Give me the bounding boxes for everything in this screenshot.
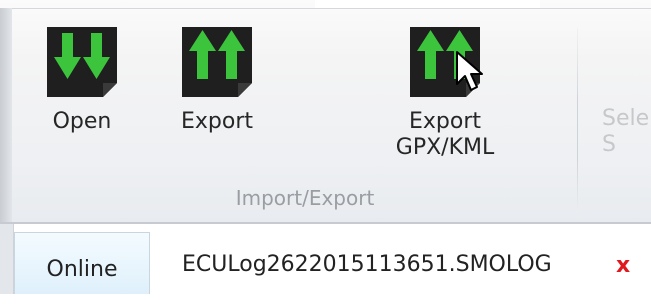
export-gpx-kml-label-line1: Export (408, 109, 481, 134)
ribbon-left-edge (0, 8, 12, 224)
close-tab-icon[interactable]: x (616, 253, 630, 279)
arrows-up-icon (182, 27, 252, 97)
export-label: Export (180, 109, 253, 134)
select-button-partial[interactable]: Sele S (602, 106, 649, 158)
group-label-import-export: Import/Export (235, 186, 375, 210)
group-separator (577, 28, 578, 214)
tab-ecu-log-label: ECULog2622015113651.SMOLOG (182, 252, 552, 277)
export-button[interactable]: Export (162, 27, 272, 135)
open-label: Open (52, 109, 112, 134)
export-gpx-kml-label: Export GPX/KML (370, 109, 520, 161)
arrows-down-icon (47, 27, 117, 97)
export-gpx-kml-button[interactable]: Export GPX/KML (370, 27, 520, 161)
export-gpx-kml-label-line2: GPX/KML (395, 135, 495, 160)
tab-online[interactable]: Online (14, 232, 150, 294)
tab-online-label: Online (46, 257, 118, 282)
tabbar-left-edge (0, 224, 14, 294)
tab-ecu-log[interactable]: ECULog2622015113651.SMOLOG (182, 252, 552, 277)
select-button-partial-label: Sele S (602, 106, 650, 157)
mouse-cursor-icon (456, 51, 483, 91)
open-button[interactable]: Open (27, 27, 137, 135)
ribbon-top-border (0, 8, 651, 9)
